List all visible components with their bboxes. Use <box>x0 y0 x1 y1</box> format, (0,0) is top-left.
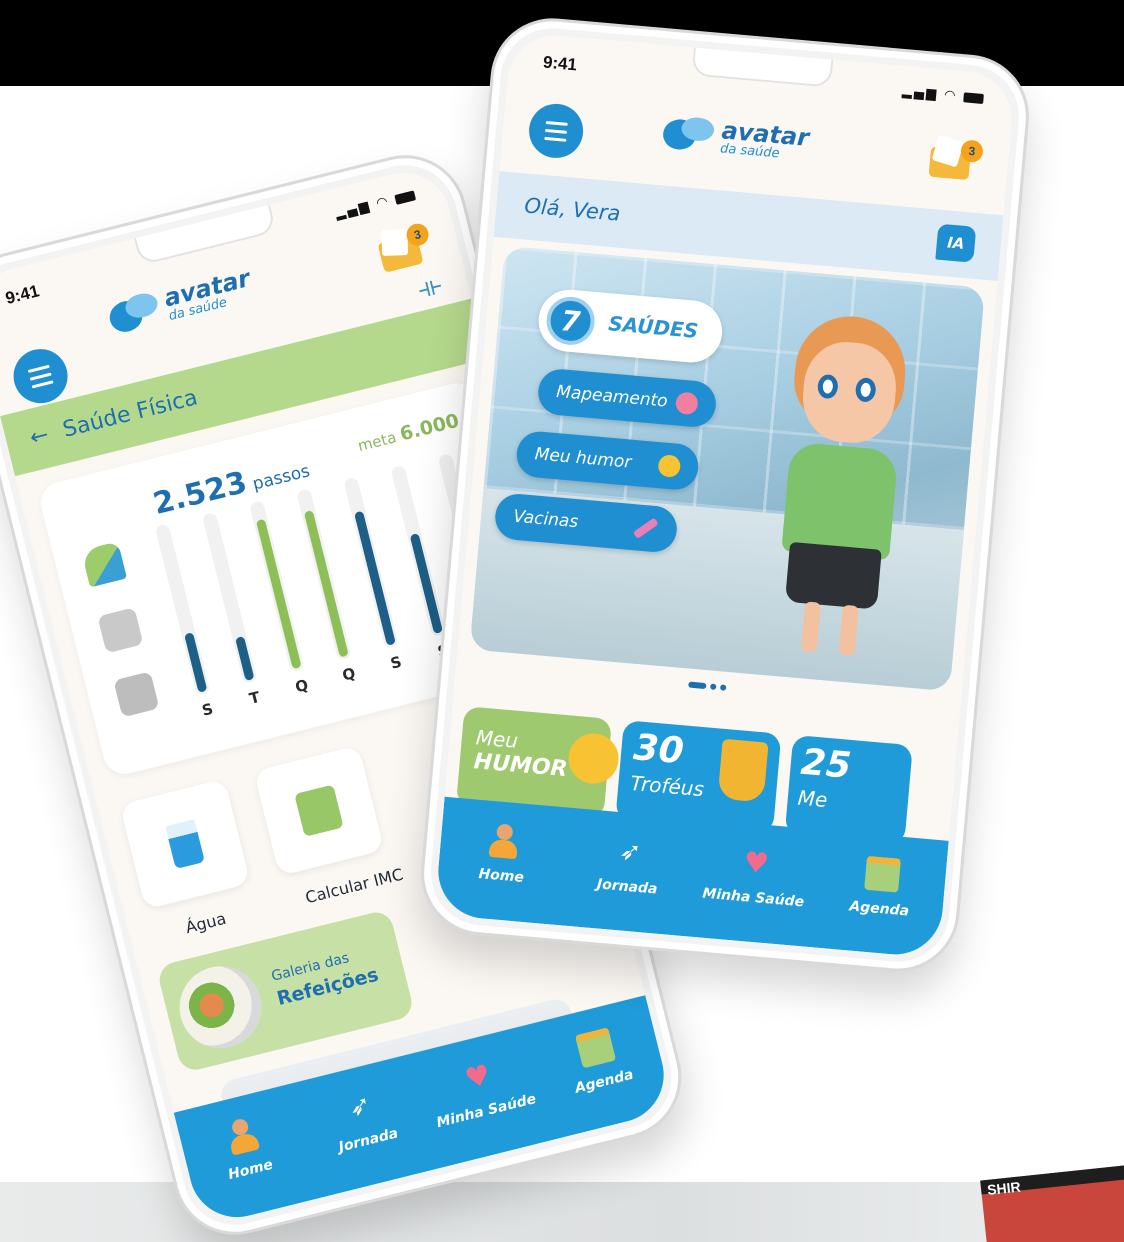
heart-pulse-icon: ♥ <box>742 845 771 881</box>
tab-home[interactable]: Home <box>446 819 561 888</box>
saudes-count: 7 <box>544 294 597 347</box>
scale-icon[interactable] <box>113 671 160 718</box>
chart-bar[interactable] <box>410 534 443 634</box>
rocket-icon: ➶ <box>345 1089 375 1124</box>
scale-icon[interactable] <box>97 607 144 654</box>
corner-book: SHIR <box>980 1163 1124 1242</box>
mapeamento-label: Mapeamento <box>555 381 669 412</box>
chart-bar[interactable] <box>304 510 348 657</box>
water-glass-icon <box>165 819 205 870</box>
saudes-label: SAÚDES <box>607 311 700 343</box>
goal-label: meta <box>355 428 399 456</box>
next-stat-label: Me <box>796 785 829 813</box>
person-icon <box>222 1115 263 1156</box>
status-time: 9:41 <box>3 281 42 308</box>
tab-minha-saude-label: Minha Saúde <box>434 1091 538 1132</box>
calendar-icon <box>575 1027 617 1069</box>
hero-banner: 7 SAÚDES Mapeamento Meu humor Vacinas <box>469 245 986 692</box>
scale-icon <box>294 784 344 837</box>
trophies-value: 30 <box>631 727 686 773</box>
day-tick-label[interactable]: S <box>200 700 215 720</box>
syringe-icon <box>632 517 659 539</box>
greeting-text: Olá, Vera <box>523 193 622 226</box>
day-tick-label[interactable]: Q <box>293 676 310 697</box>
day-tick-label[interactable]: T <box>247 688 262 708</box>
logo: avatar da saúde <box>659 111 810 163</box>
tab-jornada[interactable]: ➶ Jornada <box>303 1077 424 1162</box>
phone-right: 9:41 ▂▄▆ ◠ avatar da saúde 3 Olá, Vera I… <box>415 13 1035 977</box>
tab-agenda[interactable]: Agenda <box>538 1018 659 1103</box>
logo-heart-icon <box>103 289 164 338</box>
bmi-card[interactable] <box>253 745 385 877</box>
day-tick-label[interactable]: S <box>389 653 404 673</box>
carousel-dots[interactable] <box>688 681 727 691</box>
day-tick-label[interactable]: Q <box>341 664 358 685</box>
steps-unit: passos <box>250 461 312 495</box>
tab-home-label: Home <box>477 865 525 886</box>
tab-agenda[interactable]: Agenda <box>824 852 939 921</box>
battery-icon <box>963 91 984 104</box>
laugh-emoji-icon <box>566 731 621 786</box>
backdrop-strip <box>0 1182 1124 1242</box>
menu-button[interactable] <box>7 343 74 409</box>
mail-icon[interactable]: 3 <box>375 221 431 273</box>
humor-line2: HUMOR <box>472 749 569 783</box>
map-pin-icon <box>674 391 699 416</box>
corner-book-text: SHIR <box>986 1178 1022 1198</box>
calendar-icon <box>863 855 901 893</box>
status-icons: ▂▄▆ ◠ <box>334 187 417 222</box>
tab-jornada-label: Jornada <box>337 1125 400 1156</box>
person-icon <box>486 823 523 860</box>
heart-pulse-icon: ♥ <box>461 1057 494 1096</box>
next-stat-value: 25 <box>799 741 853 787</box>
meu-humor-label: Meu humor <box>533 444 633 473</box>
back-arrow-icon[interactable]: ← <box>27 422 51 451</box>
humor-line1: Meu <box>474 725 520 753</box>
water-card[interactable] <box>119 778 251 910</box>
tab-jornada-label: Jornada <box>596 876 659 898</box>
phone-right-screen: 9:41 ▂▄▆ ◠ avatar da saúde 3 Olá, Vera I… <box>434 31 1016 959</box>
trophy-icon <box>717 738 769 803</box>
tab-minha-saude-label: Minha Saúde <box>701 885 805 911</box>
notch <box>691 47 834 88</box>
tab-home-label: Home <box>226 1156 275 1184</box>
chart-bar[interactable] <box>354 511 395 645</box>
vacinas-label: Vacinas <box>512 506 580 533</box>
tab-minha-saude[interactable]: ♥ Minha Saúde <box>698 841 813 910</box>
mail-icon[interactable]: 3 <box>928 137 984 181</box>
notch <box>134 204 277 266</box>
rocket-icon: ➶ <box>618 836 643 868</box>
goal-value: 6.000 <box>397 409 462 446</box>
ia-assistant-button[interactable]: IA <box>935 223 977 263</box>
smile-emoji-icon <box>657 454 682 478</box>
chart-bar[interactable] <box>256 519 301 669</box>
meal-plate-image <box>170 957 271 1058</box>
shoe-icon[interactable] <box>80 541 128 588</box>
avatar-character[interactable] <box>743 309 942 663</box>
tab-jornada[interactable]: ➶ Jornada <box>572 830 687 899</box>
battery-icon <box>394 189 416 205</box>
menu-button[interactable] <box>526 101 586 161</box>
tab-agenda-label: Agenda <box>573 1066 636 1097</box>
status-time: 9:41 <box>542 52 578 75</box>
tab-minha-saude[interactable]: ♥ Minha Saúde <box>420 1047 541 1132</box>
chart-bar[interactable] <box>185 633 207 692</box>
tab-agenda-label: Agenda <box>848 898 910 920</box>
trophies-label: Troféus <box>629 770 705 802</box>
status-icons: ▂▄▆ ◠ <box>902 84 985 106</box>
steps-goal: meta 6.000 <box>355 410 461 456</box>
tab-home[interactable]: Home <box>185 1106 306 1191</box>
logo-heart-icon <box>659 111 717 154</box>
